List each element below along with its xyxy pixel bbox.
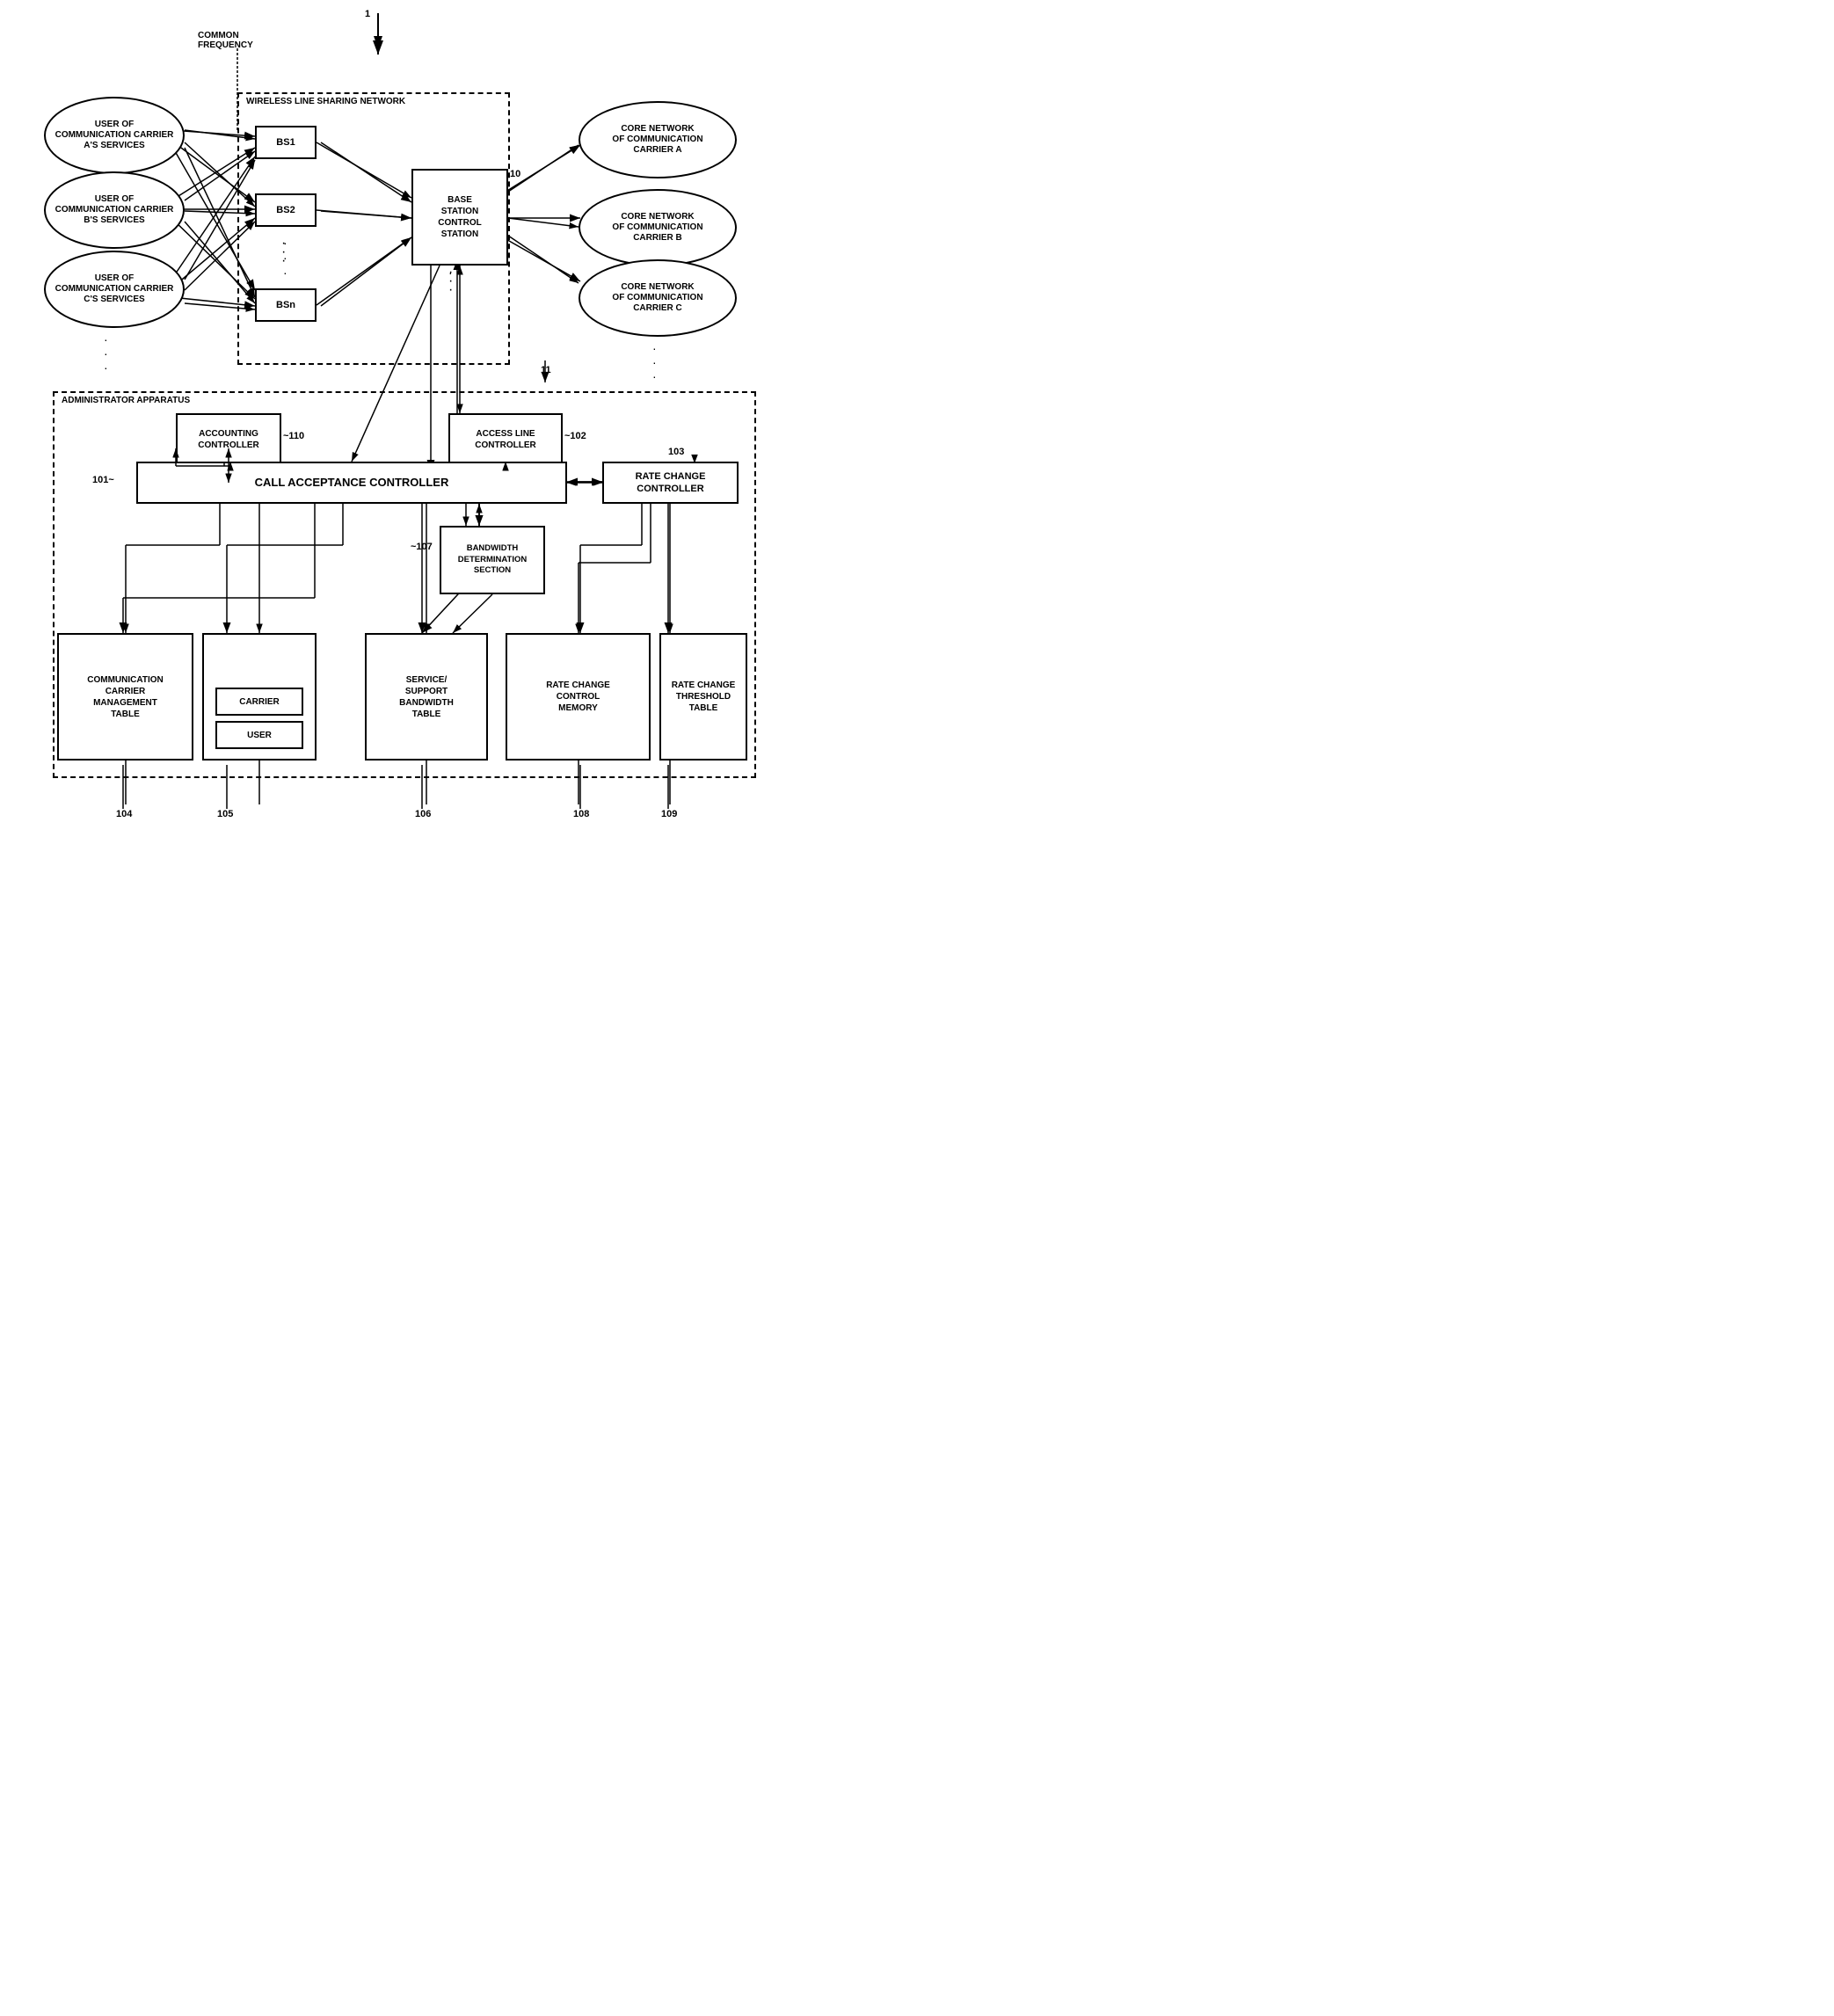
ref-105: 105 [217,809,233,819]
core-b-ellipse: CORE NETWORKOF COMMUNICATIONCARRIER B [579,189,737,266]
ref-103: 103 [668,447,684,457]
common-frequency-label: COMMONFREQUENCY [198,31,253,50]
core-c-ellipse: CORE NETWORKOF COMMUNICATIONCARRIER C [579,259,737,337]
carrier-sub-box: CARRIER [215,688,303,716]
ref11-arrow [536,360,554,387]
admin-label: ADMINISTRATOR APPARATUS [62,396,190,405]
diagram: 1 COMMONFREQUENCY WIRELESS LINE SHARING … [0,0,791,870]
bs1-box: BS1 [255,126,317,159]
bs-vertical-dots: ··· [281,239,286,266]
user-c-ellipse: USER OFCOMMUNICATION CARRIERC'S SERVICES [44,251,185,328]
ref-102: ~102 [564,431,586,441]
ref-110: ~110 [283,431,304,441]
comm-carrier-mgmt-box: COMMUNICATIONCARRIERMANAGEMENTTABLE [57,633,193,761]
user-b-ellipse: USER OFCOMMUNICATION CARRIERB'S SERVICES [44,171,185,249]
accounting-box: ACCOUNTINGCONTROLLER [176,413,281,466]
bsn-box: BSn [255,288,317,322]
base-station-box: BASESTATIONCONTROLSTATION [411,169,508,266]
ref-109: 109 [661,809,677,819]
ref-107: ~107 [411,542,433,552]
ref-1: 1 [365,9,370,19]
rate-change-ctrl-box: RATE CHANGE CONTROLLER [602,462,739,504]
user-sub-box: USER [215,721,303,749]
core-dots: ··· [652,341,657,383]
base-vertical-dots: ··· [448,268,453,295]
ref-10: 10 [510,169,520,179]
core-a-ellipse: CORE NETWORKOF COMMUNICATIONCARRIER A [579,101,737,178]
rate-change-thresh-box: RATE CHANGETHRESHOLDTABLE [659,633,747,761]
ref-101: 101~ [92,475,114,485]
rate-change-mem-box: RATE CHANGECONTROLMEMORY [506,633,651,761]
ref-106: 106 [415,809,431,819]
bandwidth-box: BANDWIDTHDETERMINATIONSECTION [440,526,545,594]
user-a-ellipse: USER OFCOMMUNICATION CARRIERA'S SERVICES [44,97,185,174]
user-dots: ··· [104,332,108,375]
call-acceptance-box: CALL ACCEPTANCE CONTROLLER [136,462,567,504]
ref-104: 104 [116,809,132,819]
access-line-box: ACCESS LINECONTROLLER [448,413,563,466]
service-support-box: SERVICE/SUPPORTBANDWIDTHTABLE [365,633,488,761]
bs2-box: BS2 [255,193,317,227]
ref103-arrow [688,455,702,465]
wireless-network-label: WIRELESS LINE SHARING NETWORK [246,97,405,106]
ref-108: 108 [573,809,589,819]
